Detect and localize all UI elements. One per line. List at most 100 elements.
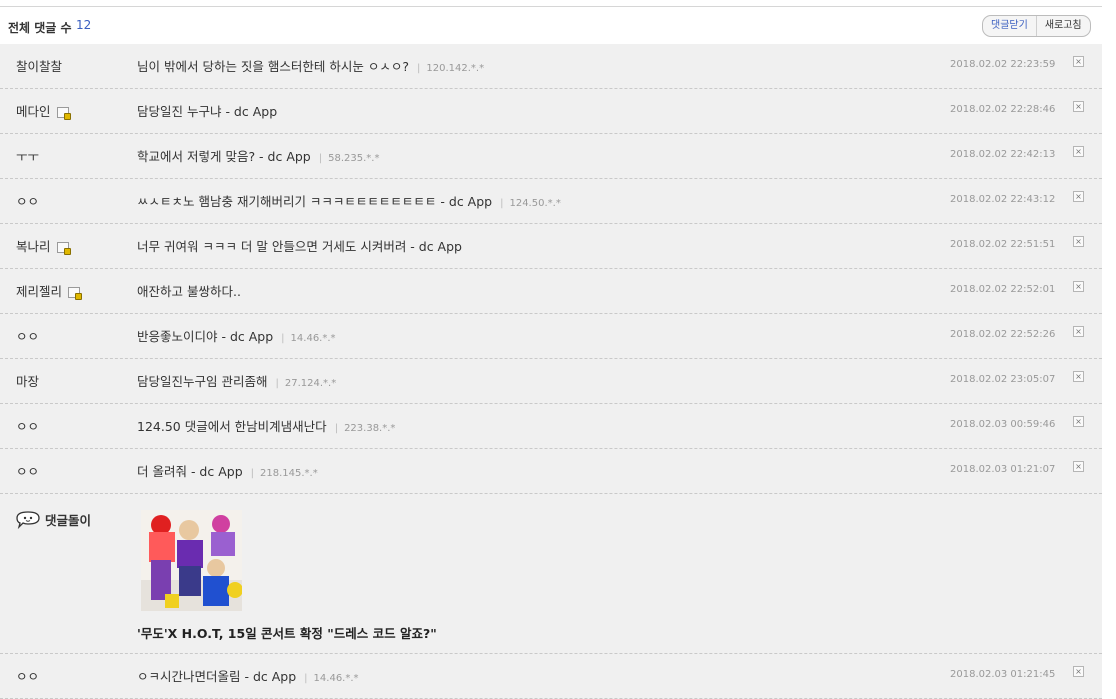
- comment-row: ㅇㅇ ㅆㅅㅌㅊ노 햄남충 재기해버리기 ㅋㅋㅋㅌㅌㅌㅌㅌㅌㅌㅌ - dc App |…: [0, 179, 1102, 224]
- comment-date: 2018.02.03 01:21:45: [950, 669, 1056, 680]
- comment-date: 2018.02.02 22:43:12: [950, 194, 1056, 205]
- total-comments-count: 12: [76, 18, 92, 32]
- delete-comment-button[interactable]: ×: [1073, 461, 1084, 472]
- header-button-group: 댓글닫기 새로고침: [982, 15, 1091, 37]
- nickname-text: ㅇㅇ: [16, 419, 40, 434]
- comment-ip: 218.145.*.*: [260, 468, 318, 479]
- comment-ip: 120.142.*.*: [426, 63, 485, 74]
- comment-nickname[interactable]: 복나리: [16, 236, 71, 255]
- comment-content: 님이 밖에서 당하는 짓을 햄스터한테 하시눈 ㅇㅅㅇ? | 120.142.*.*: [137, 56, 484, 75]
- comment-ip: 14.46.*.*: [290, 333, 336, 344]
- gallery-user-icon: [68, 287, 83, 300]
- comment-content: 담당일진누구임 관리좀해 | 27.124.*.*: [137, 371, 336, 390]
- bot-nickname: 댓글돌이: [16, 509, 91, 529]
- comment-date: 2018.02.03 00:59:46: [950, 419, 1056, 430]
- delete-comment-button[interactable]: ×: [1073, 191, 1084, 202]
- nickname-text: ㅇㅇ: [16, 464, 40, 479]
- ip-separator: |: [334, 423, 339, 434]
- comment-text: 담당일진 누구냐 - dc App: [137, 104, 278, 119]
- comment-content: 학교에서 저렇게 맞음? - dc App | 58.235.*.*: [137, 146, 379, 165]
- comment-date: 2018.02.02 23:05:07: [950, 374, 1056, 385]
- ip-separator: |: [304, 673, 308, 684]
- nickname-text: 복나리: [16, 239, 51, 254]
- nickname-text: ㅇㅇ: [16, 329, 40, 344]
- bot-nickname-text: 댓글돌이: [45, 512, 92, 528]
- comment-text: 담당일진누구임 관리좀해: [137, 374, 268, 389]
- comment-row: ㅜㅜ 학교에서 저렇게 맞음? - dc App | 58.235.*.* 2018.0…: [0, 134, 1102, 179]
- comment-date: 2018.02.02 22:52:26: [950, 329, 1056, 340]
- comment-date: 2018.02.02 22:28:46: [950, 104, 1056, 115]
- comment-ip: 124.50.*.*: [509, 198, 561, 209]
- gallery-user-icon: [56, 242, 71, 255]
- nickname-text: 메다인: [16, 104, 51, 119]
- comment-content: 애잔하고 불쌍하다..: [137, 281, 241, 300]
- delete-comment-button[interactable]: ×: [1073, 146, 1084, 157]
- comment-content: ㅆㅅㅌㅊ노 햄남충 재기해버리기 ㅋㅋㅋㅌㅌㅌㅌㅌㅌㅌㅌ - dc App | 12…: [137, 191, 561, 210]
- comment-nickname[interactable]: ㅇㅇ: [16, 461, 39, 480]
- comment-nickname[interactable]: ㅇㅇ: [16, 666, 39, 685]
- comment-nickname[interactable]: 제리젤리: [16, 281, 83, 300]
- comment-row: ㅇㅇ 반응좋노이디야 - dc App | 14.46.*.* 2018.02.02 2…: [0, 314, 1102, 359]
- comment-row: ㅇㅇ ㅇㅋ시간나면더올림 - dc App | 14.46.*.* 2018.02.03…: [0, 654, 1102, 699]
- comment-date: 2018.02.02 22:42:13: [950, 149, 1056, 160]
- gallery-user-icon: [56, 107, 71, 120]
- comment-list: 찰이찰찰 님이 밖에서 당하는 짓을 햄스터한테 하시눈 ㅇㅅㅇ? | 120.142…: [0, 44, 1102, 699]
- comment-nickname[interactable]: ㅇㅇ: [16, 326, 39, 345]
- nickname-text: 찰이찰찰: [16, 59, 63, 74]
- nickname-text: ㅇㅇ: [16, 669, 40, 684]
- delete-comment-button[interactable]: ×: [1073, 236, 1084, 247]
- comment-nickname[interactable]: ㅜㅜ: [16, 146, 39, 165]
- comment-content: 너무 귀여워 ㅋㅋㅋ 더 말 안들으면 거세도 시켜버려 - dc App: [137, 236, 462, 255]
- comment-text: 너무 귀여워 ㅋㅋㅋ 더 말 안들으면 거세도 시켜버려 - dc App: [137, 239, 462, 254]
- ip-separator: |: [281, 333, 285, 344]
- speech-bubble-face-icon: [16, 511, 40, 529]
- comment-content: ㅇㅋ시간나면더올림 - dc App | 14.46.*.*: [137, 666, 359, 685]
- delete-comment-button[interactable]: ×: [1073, 416, 1084, 427]
- delete-comment-button[interactable]: ×: [1073, 666, 1084, 677]
- nickname-text: 마장: [16, 374, 40, 389]
- comment-date: 2018.02.02 22:23:59: [950, 59, 1056, 70]
- delete-comment-button[interactable]: ×: [1073, 281, 1084, 292]
- comment-nickname[interactable]: 메다인: [16, 101, 71, 120]
- comment-nickname[interactable]: 찰이찰찰: [16, 56, 62, 75]
- ip-separator: |: [416, 63, 421, 74]
- delete-comment-button[interactable]: ×: [1073, 56, 1084, 67]
- comment-row: 복나리 너무 귀여워 ㅋㅋㅋ 더 말 안들으면 거세도 시켜버려 - dc App…: [0, 224, 1102, 269]
- nickname-text: 제리젤리: [16, 284, 63, 299]
- delete-comment-button[interactable]: ×: [1073, 371, 1084, 382]
- comment-text: ㅇㅋ시간나면더올림 - dc App: [137, 669, 297, 684]
- comment-header: 전체 댓글 수 12 댓글닫기 새로고침: [0, 7, 1102, 45]
- comment-content: 더 올려줘 - dc App | 218.145.*.*: [137, 461, 318, 480]
- total-comments-label: 전체 댓글 수: [8, 21, 72, 35]
- comment-row: 제리젤리 애잔하고 불쌍하다.. 2018.02.02 22:52:01 ×: [0, 269, 1102, 314]
- news-thumbnail[interactable]: [141, 510, 242, 611]
- delete-comment-button[interactable]: ×: [1073, 101, 1084, 112]
- news-title-link[interactable]: '무도'X H.O.T, 15일 콘서트 확정 "드레스 코드 알죠?": [137, 623, 437, 642]
- comment-text: ㅆㅅㅌㅊ노 햄남충 재기해버리기 ㅋㅋㅋㅌㅌㅌㅌㅌㅌㅌㅌ - dc App: [137, 194, 493, 209]
- comment-nickname[interactable]: ㅇㅇ: [16, 191, 39, 210]
- comment-nickname[interactable]: 마장: [16, 371, 39, 390]
- ip-separator: |: [250, 468, 255, 479]
- comment-ip: 27.124.*.*: [284, 378, 337, 389]
- refresh-button[interactable]: 새로고침: [1037, 16, 1090, 36]
- comment-content: 반응좋노이디야 - dc App | 14.46.*.*: [137, 326, 336, 345]
- comment-section: 전체 댓글 수 12 댓글닫기 새로고침 찰이찰찰 님이 밖에서 당하는 짓을 햄…: [0, 0, 1102, 699]
- comment-row: ㅇㅇ 더 올려줘 - dc App | 218.145.*.* 2018.02.03 0…: [0, 449, 1102, 494]
- delete-comment-button[interactable]: ×: [1073, 326, 1084, 337]
- ip-separator: |: [318, 153, 323, 164]
- comment-row: 메다인 담당일진 누구냐 - dc App 2018.02.02 22:28:46 ×: [0, 89, 1102, 134]
- comment-ip: 14.46.*.*: [313, 673, 359, 684]
- comment-row: 마장 담당일진누구임 관리좀해 | 27.124.*.* 2018.02.02 23:0…: [0, 359, 1102, 404]
- ip-separator: |: [275, 378, 279, 389]
- comment-date: 2018.02.02 22:52:01: [950, 284, 1056, 295]
- ip-separator: |: [500, 198, 504, 209]
- comment-text: 애잔하고 불쌍하다..: [137, 284, 241, 299]
- bot-comment-row: 댓글돌이 '무도'X H.O.T, 15일 콘서트 확정 "드레스 코드 알죠?": [0, 494, 1102, 654]
- comment-row: 찰이찰찰 님이 밖에서 당하는 짓을 햄스터한테 하시눈 ㅇㅅㅇ? | 120.142…: [0, 44, 1102, 89]
- comment-content: 124.50 댓글에서 한남비계냄새난다 | 223.38.*.*: [137, 416, 395, 435]
- comment-date: 2018.02.02 22:51:51: [950, 239, 1056, 250]
- comment-content: 담당일진 누구냐 - dc App: [137, 101, 277, 120]
- comment-ip: 223.38.*.*: [344, 423, 396, 434]
- close-comments-button[interactable]: 댓글닫기: [983, 16, 1037, 36]
- comment-nickname[interactable]: ㅇㅇ: [16, 416, 39, 435]
